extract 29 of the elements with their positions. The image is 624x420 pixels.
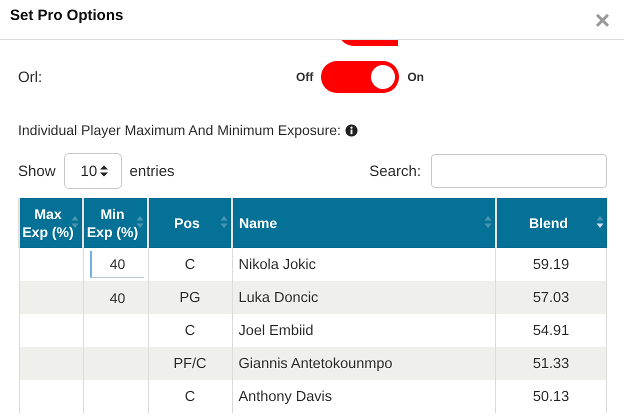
column-header[interactable]: Blend: [496, 198, 606, 248]
table-cell: C: [148, 380, 232, 413]
entries-select[interactable]: 10: [64, 153, 122, 189]
dialog-title: Set Pro Options: [10, 7, 124, 24]
table-cell: 57.03: [496, 281, 606, 314]
table-cell: Giannis Antetokounmpo: [232, 347, 496, 380]
table-cell: Luka Doncic: [232, 281, 496, 314]
column-header[interactable]: Pos: [148, 198, 232, 248]
table-cell: PF/C: [148, 347, 232, 380]
column-header[interactable]: Min Exp (%): [83, 198, 148, 248]
column-header[interactable]: Name: [232, 198, 496, 248]
up-down-arrows-icon: [98, 164, 109, 178]
section-label: Individual Player Maximum And Minimum Exposure:: [18, 122, 341, 138]
table-cell: PG: [148, 281, 232, 314]
off-label: Off: [296, 70, 314, 84]
close-button[interactable]: ×: [590, 6, 614, 32]
toggle-label: Orl:: [18, 68, 44, 86]
exposure-input[interactable]: 40: [90, 251, 144, 278]
table-cell: Anthony Davis: [232, 380, 496, 413]
show-label: Show: [18, 162, 56, 180]
table-cell: 51.33: [496, 347, 606, 380]
table-cell: 50.13: [496, 380, 606, 413]
on-label: On: [407, 70, 424, 84]
search-label: Search:: [369, 162, 421, 180]
column-header[interactable]: Max Exp (%): [19, 198, 83, 248]
entries-label: entries: [130, 162, 175, 180]
toggle-switch[interactable]: [321, 61, 400, 93]
search-field[interactable]: [431, 154, 607, 188]
info-icon[interactable]: [344, 124, 358, 136]
